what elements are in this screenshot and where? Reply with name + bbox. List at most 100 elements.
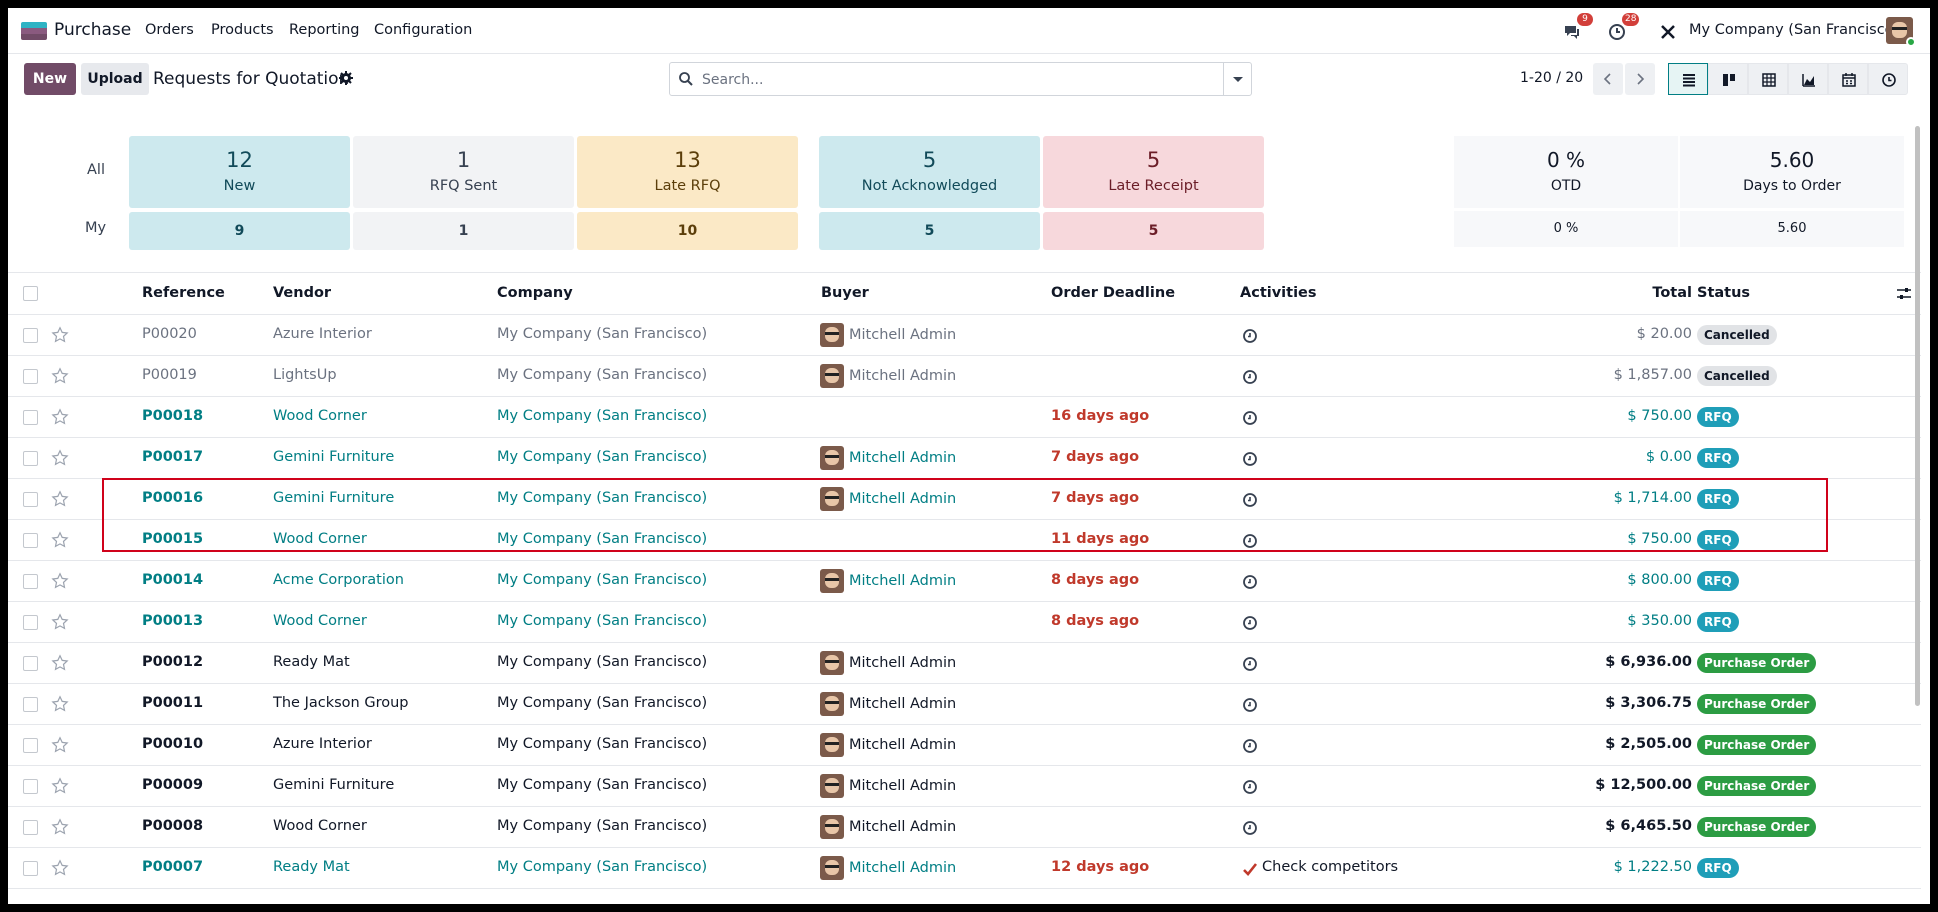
row-checkbox[interactable]	[23, 328, 38, 343]
star-icon[interactable]	[51, 367, 69, 385]
clock-icon[interactable]	[1242, 697, 1258, 713]
graph-view-button[interactable]	[1788, 63, 1828, 95]
vendor-cell[interactable]: Azure Interior	[273, 736, 372, 752]
clock-icon[interactable]	[1242, 820, 1258, 836]
table-row[interactable]: P00019 LightsUp My Company (San Francisco)…	[8, 356, 1921, 397]
table-row[interactable]: P00011 The Jackson Group My Company (San F…	[8, 684, 1921, 725]
vendor-cell[interactable]: Ready Mat	[273, 859, 350, 875]
clock-icon[interactable]	[1242, 492, 1258, 508]
vendor-cell[interactable]: Gemini Furniture	[273, 777, 394, 793]
table-row[interactable]: P00014 Acme Corporation My Company (San Fr…	[8, 561, 1921, 602]
table-row[interactable]: P00018 Wood Corner My Company (San Francis…	[8, 397, 1921, 438]
clock-icon[interactable]	[1242, 574, 1258, 590]
reference-cell[interactable]: P00011	[142, 695, 203, 711]
kpi-card[interactable]: 12 New	[129, 136, 350, 208]
row-checkbox[interactable]	[23, 451, 38, 466]
kpi-my-value[interactable]: 5	[819, 212, 1040, 250]
vendor-cell[interactable]: Gemini Furniture	[273, 490, 394, 506]
messages-button[interactable]: 9	[1563, 13, 1593, 45]
pager-value[interactable]: 1-20 / 20	[1520, 70, 1583, 86]
column-total[interactable]: Total	[1652, 285, 1692, 301]
table-row[interactable]: P00007 Ready Mat My Company (San Francisco…	[8, 848, 1921, 889]
reference-cell[interactable]: P00008	[142, 818, 203, 834]
star-icon[interactable]	[51, 613, 69, 631]
vendor-cell[interactable]: The Jackson Group	[273, 695, 408, 711]
reference-cell[interactable]: P00014	[142, 572, 203, 588]
column-company[interactable]: Company	[497, 285, 573, 301]
upload-button[interactable]: Upload	[81, 63, 149, 95]
reference-cell[interactable]: P00010	[142, 736, 203, 752]
checkmark-icon[interactable]	[1242, 861, 1258, 877]
clock-icon[interactable]	[1242, 410, 1258, 426]
clock-icon[interactable]	[1242, 533, 1258, 549]
vendor-cell[interactable]: Acme Corporation	[273, 572, 404, 588]
user-avatar[interactable]	[1886, 17, 1916, 47]
clock-icon[interactable]	[1242, 369, 1258, 385]
kpi-my-value[interactable]: 10	[577, 212, 798, 250]
purchase-app-icon[interactable]	[21, 22, 47, 40]
company-cell[interactable]: My Company (San Francisco)	[497, 326, 707, 342]
kpi-my-value[interactable]: 1	[353, 212, 574, 250]
kpi-my-value[interactable]: 5	[1043, 212, 1264, 250]
column-buyer[interactable]: Buyer	[821, 285, 869, 301]
kanban-view-button[interactable]	[1708, 63, 1748, 95]
menu-orders[interactable]: Orders	[145, 22, 194, 38]
column-activities[interactable]: Activities	[1240, 285, 1317, 301]
vendor-cell[interactable]: Azure Interior	[273, 326, 372, 342]
kpi-card[interactable]: 1 RFQ Sent	[353, 136, 574, 208]
company-cell[interactable]: My Company (San Francisco)	[497, 777, 707, 793]
star-icon[interactable]	[51, 777, 69, 795]
optional-columns-icon[interactable]	[1896, 286, 1912, 302]
company-cell[interactable]: My Company (San Francisco)	[497, 531, 707, 547]
new-button[interactable]: New	[24, 63, 76, 95]
star-icon[interactable]	[51, 326, 69, 344]
table-row[interactable]: P00020 Azure Interior My Company (San Fran…	[8, 315, 1921, 356]
reference-cell[interactable]: P00019	[142, 367, 197, 383]
clock-icon[interactable]	[1242, 615, 1258, 631]
row-checkbox[interactable]	[23, 738, 38, 753]
company-cell[interactable]: My Company (San Francisco)	[497, 613, 707, 629]
star-icon[interactable]	[51, 736, 69, 754]
company-cell[interactable]: My Company (San Francisco)	[497, 736, 707, 752]
table-row[interactable]: P00012 Ready Mat My Company (San Francisco…	[8, 643, 1921, 684]
clock-icon[interactable]	[1242, 328, 1258, 344]
vendor-cell[interactable]: Wood Corner	[273, 613, 367, 629]
reference-cell[interactable]: P00012	[142, 654, 203, 670]
pager-previous-button[interactable]	[1593, 63, 1623, 95]
reference-cell[interactable]: P00017	[142, 449, 203, 465]
reference-cell[interactable]: P00009	[142, 777, 203, 793]
menu-configuration[interactable]: Configuration	[374, 22, 472, 38]
debug-tools-icon[interactable]	[1659, 23, 1677, 41]
star-icon[interactable]	[51, 654, 69, 672]
kpi-card[interactable]: 13 Late RFQ	[577, 136, 798, 208]
table-row[interactable]: P00010 Azure Interior My Company (San Fran…	[8, 725, 1921, 766]
select-all-checkbox[interactable]	[23, 286, 38, 301]
activity-summary[interactable]: Check competitors	[1262, 859, 1398, 875]
row-checkbox[interactable]	[23, 615, 38, 630]
column-reference[interactable]: Reference	[142, 285, 225, 301]
menu-reporting[interactable]: Reporting	[289, 22, 360, 38]
vendor-cell[interactable]: Wood Corner	[273, 531, 367, 547]
calendar-view-button[interactable]	[1828, 63, 1868, 95]
buyer-cell[interactable]: Mitchell Admin	[849, 573, 956, 589]
buyer-cell[interactable]: Mitchell Admin	[849, 737, 956, 753]
star-icon[interactable]	[51, 449, 69, 467]
star-icon[interactable]	[51, 818, 69, 836]
company-cell[interactable]: My Company (San Francisco)	[497, 449, 707, 465]
table-row[interactable]: P00013 Wood Corner My Company (San Francis…	[8, 602, 1921, 643]
company-cell[interactable]: My Company (San Francisco)	[497, 490, 707, 506]
company-switcher[interactable]: My Company (San Francisco)	[1689, 22, 1899, 38]
search-box[interactable]	[669, 62, 1252, 96]
vendor-cell[interactable]: Gemini Furniture	[273, 449, 394, 465]
kpi-card[interactable]: 5 Not Acknowledged	[819, 136, 1040, 208]
activities-button[interactable]: 28	[1608, 13, 1642, 45]
row-checkbox[interactable]	[23, 410, 38, 425]
buyer-cell[interactable]: Mitchell Admin	[849, 368, 956, 384]
row-checkbox[interactable]	[23, 697, 38, 712]
buyer-cell[interactable]: Mitchell Admin	[849, 450, 956, 466]
star-icon[interactable]	[51, 490, 69, 508]
clock-icon[interactable]	[1242, 779, 1258, 795]
star-icon[interactable]	[51, 531, 69, 549]
table-row[interactable]: P00008 Wood Corner My Company (San Francis…	[8, 807, 1921, 848]
star-icon[interactable]	[51, 695, 69, 713]
